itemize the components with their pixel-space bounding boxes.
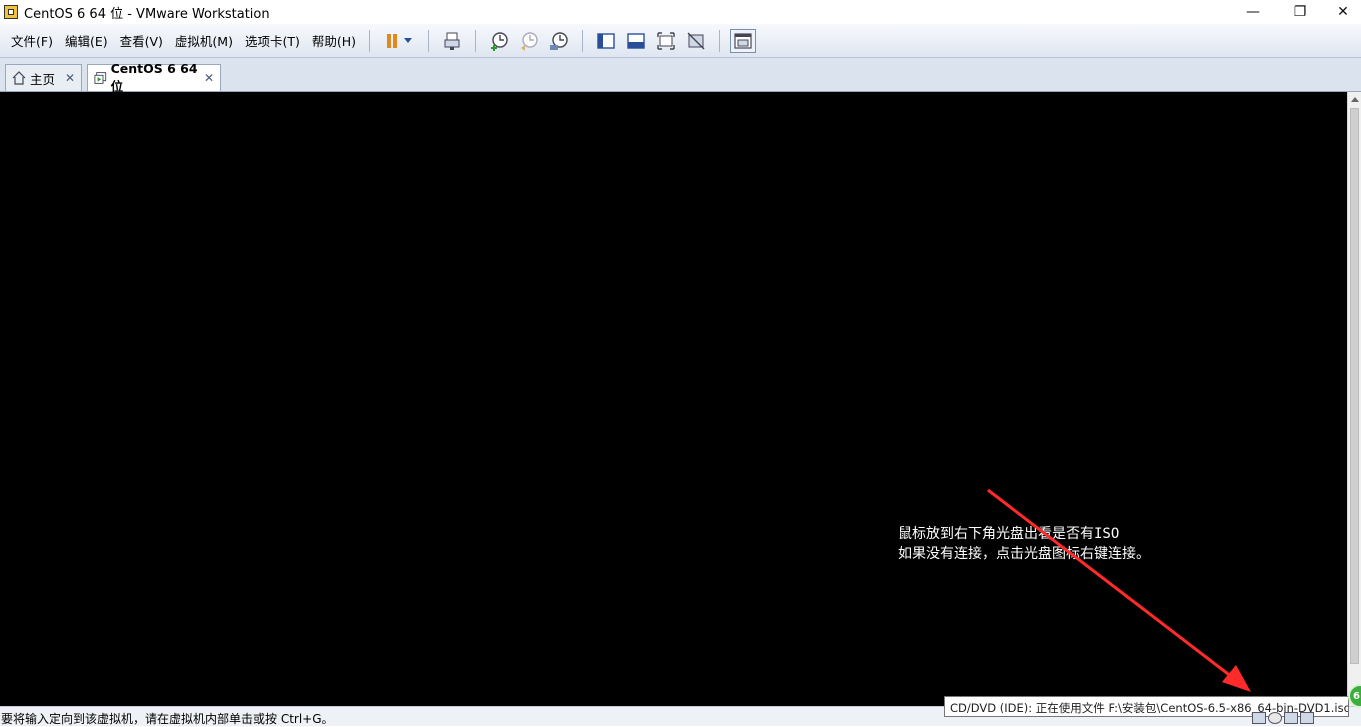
take-snapshot-icon [491, 31, 508, 51]
tab-home[interactable]: 主页 ✕ [5, 64, 82, 91]
chevron-down-icon[interactable] [404, 38, 413, 43]
vm-running-icon [94, 72, 107, 84]
thumbnail-view-icon [734, 32, 752, 49]
tab-home-label: 主页 [30, 71, 56, 87]
tab-centos[interactable]: CentOS 6 64 位 ✕ [87, 61, 221, 94]
toolbar-separator [582, 29, 584, 52]
scroll-up-icon[interactable] [1351, 97, 1359, 102]
toolbar-separator [475, 29, 477, 52]
power-pause-button[interactable] [380, 29, 418, 53]
full-screen-icon [657, 31, 675, 50]
cd-dvd-icon[interactable] [1268, 712, 1282, 724]
console-view-button[interactable] [623, 29, 649, 53]
scroll-thumb[interactable] [1350, 108, 1359, 664]
minimize-button[interactable]: — [1230, 0, 1276, 24]
console-view-icon [627, 32, 645, 49]
unity-button[interactable] [683, 29, 709, 53]
menu-tabs[interactable]: 选项卡(T) [240, 31, 305, 50]
unity-icon [687, 32, 705, 49]
display-icon[interactable] [1300, 712, 1314, 724]
home-icon [12, 71, 26, 85]
annotation-arrow-icon [987, 488, 1251, 692]
maximize-button[interactable]: ❐ [1277, 0, 1323, 24]
vertical-scrollbar[interactable] [1347, 92, 1361, 706]
snapshot-manager-button[interactable] [546, 29, 572, 53]
thumbnail-view-button[interactable] [730, 28, 757, 53]
vmware-logo-icon [4, 5, 18, 19]
title-bar: CentOS 6 64 位 - VMware Workstation — ❐ ✕ [0, 0, 1361, 24]
tab-centos-label: CentOS 6 64 位 [110, 61, 198, 94]
menu-help[interactable]: 帮助(H) [307, 31, 361, 50]
close-button[interactable]: ✕ [1320, 0, 1361, 24]
toolbar-separator [428, 29, 430, 52]
menu-vm[interactable]: 虚拟机(M) [170, 31, 238, 50]
status-message: 要将输入定向到该虚拟机，请在虚拟机内部单击或按 Ctrl+G。 [1, 712, 334, 726]
revert-snapshot-button[interactable] [516, 29, 542, 53]
revert-snapshot-icon [521, 31, 538, 51]
close-icon[interactable]: ✕ [65, 71, 75, 85]
menu-file[interactable]: 文件(F) [6, 31, 58, 50]
network-adapter-icon[interactable] [1284, 712, 1298, 724]
tab-strip: 主页 ✕ CentOS 6 64 位 ✕ [0, 58, 1361, 94]
send-ctrl-alt-del-icon [444, 32, 460, 50]
vm-console[interactable]: 鼠标放到右下角光盘出看是否有ISO 如果没有连接，点击光盘图标右键连接。 [0, 92, 1347, 706]
snapshot-manager-icon [550, 31, 568, 50]
send-ctrl-alt-del-button[interactable] [439, 29, 465, 53]
show-library-button[interactable] [593, 29, 619, 53]
take-snapshot-button[interactable] [486, 29, 512, 53]
toolbar-separator [719, 29, 721, 52]
hard-disk-icon[interactable] [1252, 712, 1266, 724]
full-screen-button[interactable] [653, 29, 679, 53]
menu-edit[interactable]: 编辑(E) [60, 31, 113, 50]
window-title: CentOS 6 64 位 - VMware Workstation [24, 6, 270, 22]
close-icon[interactable]: ✕ [204, 71, 214, 85]
pause-icon [386, 33, 398, 48]
device-icons [1252, 712, 1314, 724]
show-library-icon [597, 32, 615, 49]
menu-toolbar: 文件(F) 编辑(E) 查看(V) 虚拟机(M) 选项卡(T) 帮助(H) [0, 24, 1361, 58]
menu-view[interactable]: 查看(V) [115, 31, 168, 50]
toolbar-separator [369, 29, 371, 52]
